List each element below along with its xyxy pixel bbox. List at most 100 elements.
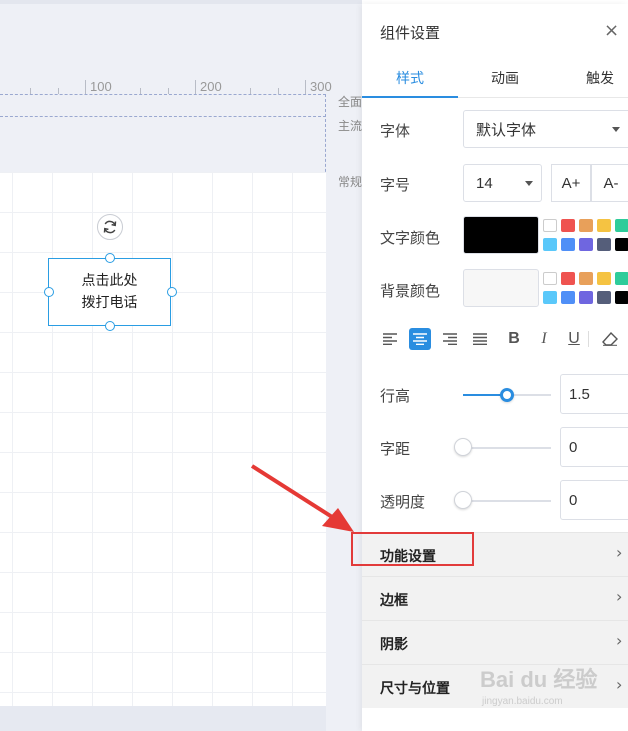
color-swatch[interactable]: [543, 238, 557, 251]
font-select-value: 默认字体: [476, 120, 537, 139]
color-swatch[interactable]: [579, 238, 593, 251]
line-height-label: 行高: [380, 387, 411, 405]
italic-icon[interactable]: I: [533, 328, 555, 350]
font-label: 字体: [380, 122, 411, 140]
screen-preset-label[interactable]: 主流: [338, 117, 362, 134]
font-size-increase-button[interactable]: A+: [551, 164, 591, 202]
resize-handle-bottom[interactable]: [105, 321, 115, 331]
page-canvas[interactable]: [0, 172, 326, 706]
tab-style[interactable]: 样式: [396, 68, 424, 88]
eraser-icon[interactable]: [599, 328, 621, 350]
component-settings-panel: 组件设置 × 样式 动画 触发 字体 默认字体 字号 14 A+ A- 文字颜色…: [362, 4, 628, 731]
screen-preset-label[interactable]: 全面: [338, 93, 362, 110]
text-color-preview[interactable]: [463, 216, 539, 254]
color-swatch[interactable]: [543, 219, 557, 232]
color-swatch[interactable]: [615, 272, 628, 285]
color-swatch[interactable]: [615, 238, 628, 251]
letter-spacing-slider[interactable]: [454, 438, 551, 456]
font-select[interactable]: 默认字体: [463, 110, 628, 148]
watermark-logo: Bai du 经验: [480, 667, 598, 692]
align-center-icon[interactable]: [409, 328, 431, 350]
line-height-slider[interactable]: [463, 388, 551, 402]
slider-thumb[interactable]: [454, 491, 472, 509]
bold-icon[interactable]: B: [503, 328, 525, 350]
background-color-label: 背景颜色: [380, 282, 441, 300]
slider-thumb[interactable]: [454, 438, 472, 456]
editor-canvas[interactable]: 100 200 300 全面 主流 常规 点击此处 拨打电话: [0, 0, 362, 731]
watermark-url: jingyan.baidu.com: [482, 696, 563, 707]
active-tab-indicator: [362, 96, 458, 98]
color-swatch[interactable]: [543, 291, 557, 304]
guide-line: [0, 116, 326, 117]
section-border[interactable]: 边框 ›: [362, 576, 628, 620]
slider-thumb[interactable]: [500, 388, 514, 402]
ruler-tick: [85, 80, 86, 94]
chevron-down-icon: [612, 127, 620, 132]
letter-spacing-input[interactable]: 0: [560, 427, 628, 467]
color-swatch[interactable]: [561, 291, 575, 304]
panel-title: 组件设置: [380, 24, 441, 42]
screen-preset-label[interactable]: 常规: [338, 173, 362, 190]
chevron-right-icon: ›: [616, 675, 623, 694]
annotation-highlight-box: [351, 532, 474, 566]
color-swatch[interactable]: [597, 219, 611, 232]
font-size-label: 字号: [380, 176, 411, 194]
align-left-icon[interactable]: [379, 328, 401, 350]
bottom-strip: [0, 706, 326, 731]
background-color-preview[interactable]: [463, 269, 539, 307]
font-size-value: 14: [476, 174, 493, 192]
color-swatch[interactable]: [561, 272, 575, 285]
underline-icon[interactable]: U: [563, 328, 585, 350]
ruler-label: 200: [200, 79, 222, 94]
element-text-line: 拨打电话: [81, 295, 138, 311]
color-swatch[interactable]: [579, 219, 593, 232]
ruler-label: 100: [90, 79, 112, 94]
element-text-line: 点击此处: [81, 273, 138, 289]
ruler-tick: [305, 80, 306, 94]
text-color-label: 文字颜色: [380, 229, 441, 247]
ruler-label: 300: [310, 79, 332, 94]
chevron-right-icon: ›: [616, 631, 623, 650]
top-band: [0, 0, 362, 4]
color-swatch[interactable]: [561, 238, 575, 251]
resize-handle-top[interactable]: [105, 253, 115, 263]
toolbar-divider: [588, 331, 589, 347]
color-swatch[interactable]: [561, 219, 575, 232]
resize-handle-left[interactable]: [44, 287, 54, 297]
chevron-right-icon: ›: [616, 543, 623, 562]
align-justify-icon[interactable]: [469, 328, 491, 350]
chevron-down-icon: [525, 181, 533, 186]
tab-trigger[interactable]: 触发: [586, 68, 614, 88]
section-label: 尺寸与位置: [380, 681, 450, 697]
color-swatch[interactable]: [579, 272, 593, 285]
font-size-decrease-button[interactable]: A-: [591, 164, 628, 202]
color-swatch[interactable]: [597, 291, 611, 304]
color-swatch[interactable]: [597, 272, 611, 285]
tab-animation[interactable]: 动画: [491, 68, 519, 88]
color-swatch[interactable]: [615, 291, 628, 304]
opacity-label: 透明度: [380, 493, 426, 511]
section-label: 边框: [380, 593, 408, 609]
phone-call-button-element[interactable]: 点击此处 拨打电话: [48, 258, 171, 326]
color-swatch[interactable]: [597, 238, 611, 251]
opacity-slider[interactable]: [454, 491, 551, 509]
color-swatch[interactable]: [615, 219, 628, 232]
color-swatch[interactable]: [543, 272, 557, 285]
color-swatch[interactable]: [579, 291, 593, 304]
resize-handle-right[interactable]: [167, 287, 177, 297]
font-size-select[interactable]: 14: [463, 164, 542, 202]
panel-header: 组件设置 ×: [362, 4, 628, 58]
section-label: 阴影: [380, 637, 408, 653]
guide-line: [0, 94, 326, 95]
rotate-icon[interactable]: [97, 214, 123, 240]
letter-spacing-label: 字距: [380, 440, 411, 458]
chevron-right-icon: ›: [616, 587, 623, 606]
close-icon[interactable]: ×: [604, 22, 619, 40]
ruler-tick: [195, 80, 196, 94]
horizontal-ruler: 100 200 300: [0, 76, 362, 94]
section-shadow[interactable]: 阴影 ›: [362, 620, 628, 664]
opacity-input[interactable]: 0: [560, 480, 628, 520]
settings-tabs: 样式 动画 触发: [362, 58, 628, 98]
align-right-icon[interactable]: [439, 328, 461, 350]
line-height-input[interactable]: 1.5: [560, 374, 628, 414]
